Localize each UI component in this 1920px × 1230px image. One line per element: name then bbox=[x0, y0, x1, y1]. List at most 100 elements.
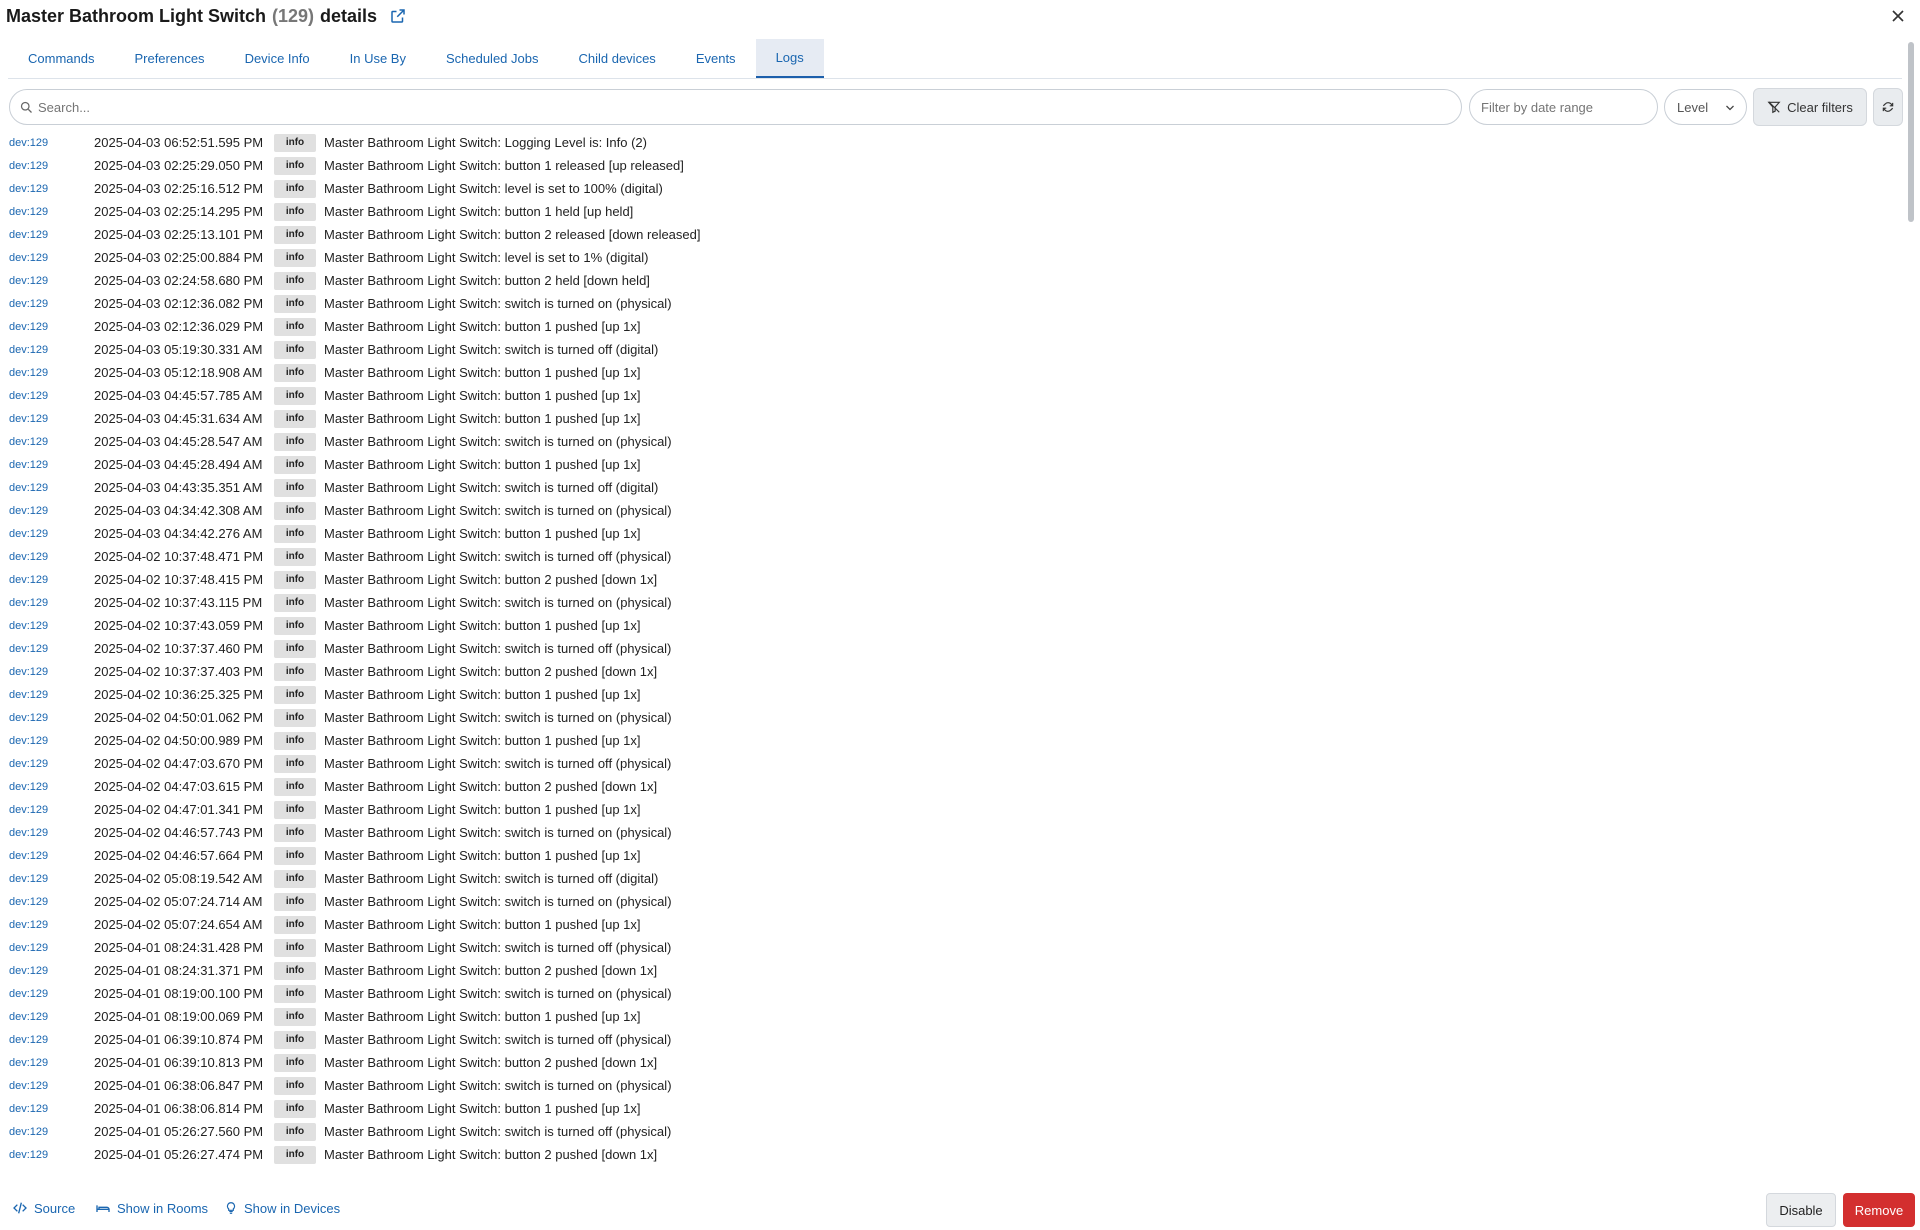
tab-scheduled-jobs[interactable]: Scheduled Jobs bbox=[426, 39, 559, 78]
tab-device-info[interactable]: Device Info bbox=[225, 39, 330, 78]
log-device-link[interactable]: dev:129 bbox=[9, 919, 94, 931]
log-device-link[interactable]: dev:129 bbox=[9, 1103, 94, 1115]
log-timestamp: 2025-04-03 02:12:36.029 PM bbox=[94, 319, 264, 334]
log-device-link[interactable]: dev:129 bbox=[9, 528, 94, 540]
log-device-link[interactable]: dev:129 bbox=[9, 160, 94, 172]
log-row: dev:129 2025-04-03 02:12:36.029 PM info Mas… bbox=[9, 315, 1889, 338]
log-device-link[interactable]: dev:129 bbox=[9, 390, 94, 402]
log-level-badge: info bbox=[274, 1122, 316, 1141]
clear-filters-button[interactable]: Clear filters bbox=[1753, 88, 1867, 126]
log-timestamp: 2025-04-03 02:25:00.884 PM bbox=[94, 250, 264, 265]
log-device-link[interactable]: dev:129 bbox=[9, 712, 94, 724]
log-list: dev:129 2025-04-03 06:52:51.595 PM info Mas… bbox=[9, 131, 1889, 1171]
log-message: Master Bathroom Light Switch: button 1 p… bbox=[324, 802, 641, 817]
log-message: Master Bathroom Light Switch: switch is … bbox=[324, 940, 672, 955]
log-message: Master Bathroom Light Switch: button 2 p… bbox=[324, 1055, 658, 1070]
log-device-link[interactable]: dev:129 bbox=[9, 298, 94, 310]
log-device-link[interactable]: dev:129 bbox=[9, 666, 94, 678]
log-timestamp: 2025-04-01 08:19:00.100 PM bbox=[94, 986, 264, 1001]
show-in-rooms-link[interactable]: Show in Rooms bbox=[95, 1200, 208, 1216]
log-row: dev:129 2025-04-01 05:26:27.474 PM info Mas… bbox=[9, 1143, 1889, 1166]
remove-button[interactable]: Remove bbox=[1843, 1193, 1915, 1227]
chevron-down-icon bbox=[1726, 105, 1734, 111]
tab-events[interactable]: Events bbox=[676, 39, 756, 78]
log-device-link[interactable]: dev:129 bbox=[9, 482, 94, 494]
source-link[interactable]: Source bbox=[12, 1200, 75, 1216]
log-device-link[interactable]: dev:129 bbox=[9, 367, 94, 379]
log-device-link[interactable]: dev:129 bbox=[9, 1011, 94, 1023]
source-label: Source bbox=[34, 1200, 76, 1216]
log-row: dev:129 2025-04-01 06:38:06.814 PM info Mas… bbox=[9, 1097, 1889, 1120]
show-in-rooms-label: Show in Rooms bbox=[117, 1200, 209, 1216]
log-timestamp: 2025-04-02 10:37:43.059 PM bbox=[94, 618, 264, 633]
log-device-link[interactable]: dev:129 bbox=[9, 1149, 94, 1161]
log-row: dev:129 2025-04-02 10:37:43.115 PM info Mas… bbox=[9, 591, 1889, 614]
log-timestamp: 2025-04-01 06:39:10.874 PM bbox=[94, 1032, 264, 1047]
show-in-devices-link[interactable]: Show in Devices bbox=[224, 1200, 340, 1216]
log-device-link[interactable]: dev:129 bbox=[9, 252, 94, 264]
scrollbar-thumb[interactable] bbox=[1908, 42, 1914, 222]
log-device-link[interactable]: dev:129 bbox=[9, 1080, 94, 1092]
tab-in-use-by[interactable]: In Use By bbox=[330, 39, 426, 78]
disable-button[interactable]: Disable bbox=[1766, 1193, 1836, 1227]
log-device-link[interactable]: dev:129 bbox=[9, 459, 94, 471]
tab-preferences[interactable]: Preferences bbox=[114, 39, 224, 78]
log-device-link[interactable]: dev:129 bbox=[9, 804, 94, 816]
log-timestamp: 2025-04-03 02:25:16.512 PM bbox=[94, 181, 264, 196]
log-timestamp: 2025-04-03 04:45:28.547 AM bbox=[94, 434, 263, 449]
log-device-link[interactable]: dev:129 bbox=[9, 505, 94, 517]
log-device-link[interactable]: dev:129 bbox=[9, 873, 94, 885]
log-device-link[interactable]: dev:129 bbox=[9, 1126, 94, 1138]
log-device-link[interactable]: dev:129 bbox=[9, 988, 94, 1000]
log-device-link[interactable]: dev:129 bbox=[9, 965, 94, 977]
log-device-link[interactable]: dev:129 bbox=[9, 850, 94, 862]
log-timestamp: 2025-04-01 08:24:31.428 PM bbox=[94, 940, 264, 955]
refresh-icon bbox=[1882, 102, 1894, 112]
log-row: dev:129 2025-04-01 06:39:10.813 PM info Mas… bbox=[9, 1051, 1889, 1074]
log-timestamp: 2025-04-01 08:19:00.069 PM bbox=[94, 1009, 264, 1024]
log-device-link[interactable]: dev:129 bbox=[9, 574, 94, 586]
search-input[interactable] bbox=[38, 95, 1438, 119]
log-device-link[interactable]: dev:129 bbox=[9, 781, 94, 793]
log-message: Master Bathroom Light Switch: switch is … bbox=[324, 595, 672, 610]
log-device-link[interactable]: dev:129 bbox=[9, 183, 94, 195]
log-level-badge: info bbox=[274, 570, 316, 589]
log-device-link[interactable]: dev:129 bbox=[9, 735, 94, 747]
log-device-link[interactable]: dev:129 bbox=[9, 896, 94, 908]
log-level-badge: info bbox=[274, 1007, 316, 1026]
log-device-link[interactable]: dev:129 bbox=[9, 689, 94, 701]
log-timestamp: 2025-04-02 05:08:19.542 AM bbox=[94, 871, 263, 886]
tab-commands[interactable]: Commands bbox=[8, 39, 114, 78]
external-link-icon[interactable] bbox=[389, 7, 407, 25]
log-device-link[interactable]: dev:129 bbox=[9, 436, 94, 448]
tab-logs[interactable]: Logs bbox=[755, 39, 824, 78]
log-message: Master Bathroom Light Switch: switch is … bbox=[324, 641, 672, 656]
log-device-link[interactable]: dev:129 bbox=[9, 137, 94, 149]
log-device-link[interactable]: dev:129 bbox=[9, 597, 94, 609]
log-timestamp: 2025-04-02 10:37:37.403 PM bbox=[94, 664, 264, 679]
refresh-button[interactable] bbox=[1873, 88, 1903, 126]
log-device-link[interactable]: dev:129 bbox=[9, 206, 94, 218]
tab-child-devices[interactable]: Child devices bbox=[558, 39, 675, 78]
log-level-badge: info bbox=[274, 547, 316, 566]
log-device-link[interactable]: dev:129 bbox=[9, 620, 94, 632]
close-icon[interactable] bbox=[1888, 6, 1908, 26]
log-device-link[interactable]: dev:129 bbox=[9, 344, 94, 356]
date-range-input[interactable] bbox=[1481, 96, 1651, 118]
log-device-link[interactable]: dev:129 bbox=[9, 1057, 94, 1069]
log-level-badge: info bbox=[274, 133, 316, 152]
log-device-link[interactable]: dev:129 bbox=[9, 643, 94, 655]
log-level-badge: info bbox=[274, 363, 316, 382]
log-device-link[interactable]: dev:129 bbox=[9, 942, 94, 954]
log-device-link[interactable]: dev:129 bbox=[9, 275, 94, 287]
log-message: Master Bathroom Light Switch: button 1 p… bbox=[324, 618, 641, 633]
log-device-link[interactable]: dev:129 bbox=[9, 551, 94, 563]
log-device-link[interactable]: dev:129 bbox=[9, 827, 94, 839]
log-level-badge: info bbox=[274, 501, 316, 520]
log-device-link[interactable]: dev:129 bbox=[9, 413, 94, 425]
level-select[interactable]: Level bbox=[1664, 89, 1747, 125]
log-device-link[interactable]: dev:129 bbox=[9, 229, 94, 241]
log-device-link[interactable]: dev:129 bbox=[9, 321, 94, 333]
log-device-link[interactable]: dev:129 bbox=[9, 1034, 94, 1046]
log-device-link[interactable]: dev:129 bbox=[9, 758, 94, 770]
